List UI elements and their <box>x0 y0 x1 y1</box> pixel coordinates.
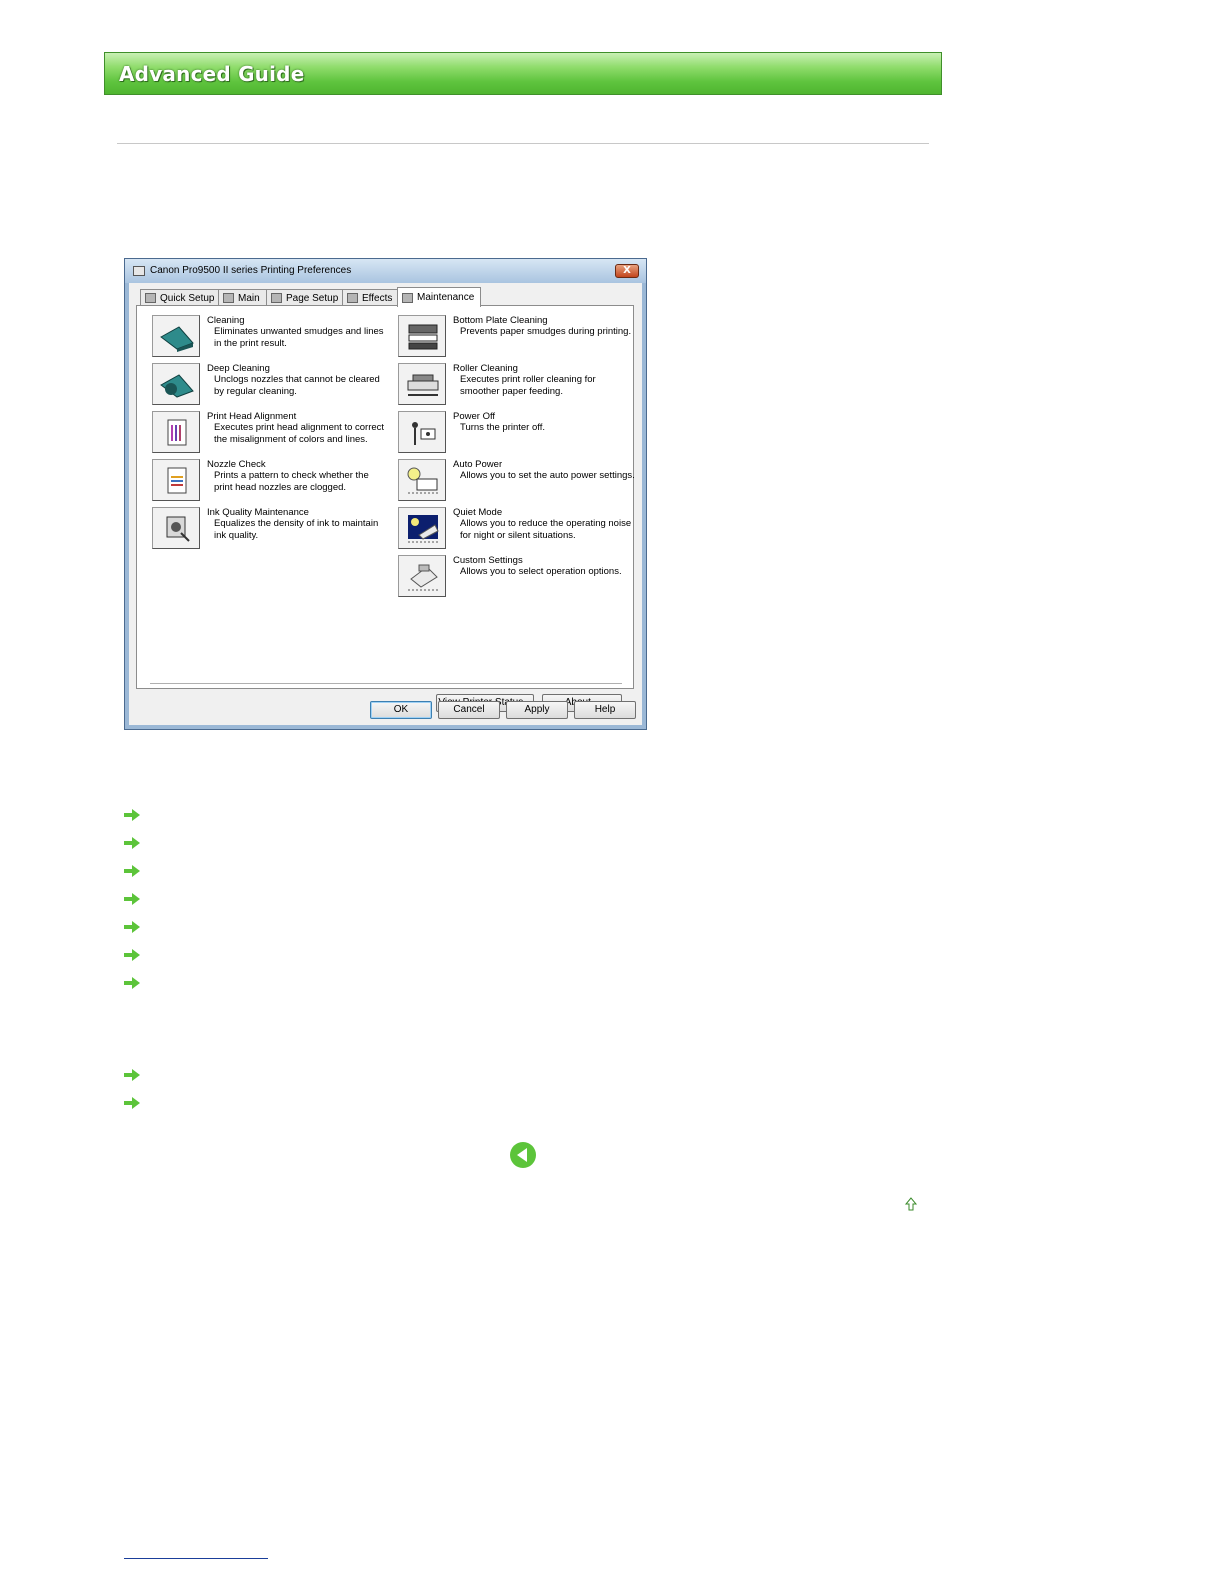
cleaning-title: Cleaning <box>207 315 245 326</box>
link-arrow-icon[interactable] <box>124 1069 140 1081</box>
cleaning-desc: Eliminates unwanted smudges and lines in… <box>214 326 384 349</box>
ink-quality-desc: Equalizes the density of ink to maintain… <box>214 518 379 541</box>
auto-power-desc: Allows you to set the auto power setting… <box>460 470 635 481</box>
roller-cleaning-desc: Executes print roller cleaning for smoot… <box>460 374 596 397</box>
print-head-alignment-desc: Executes print head alignment to correct… <box>214 422 385 445</box>
nozzle-check-title: Nozzle Check <box>207 459 266 470</box>
effects-icon <box>347 293 358 303</box>
header-banner: Advanced Guide <box>104 52 942 95</box>
quiet-mode-desc: Allows you to reduce the operating noise… <box>460 518 632 541</box>
quiet-mode-button[interactable] <box>398 507 446 549</box>
roller-cleaning-button[interactable] <box>398 363 446 405</box>
tab-quick-setup[interactable]: Quick Setup <box>140 289 219 306</box>
maintenance-icon <box>402 292 413 303</box>
page-top-icon[interactable] <box>903 1196 919 1212</box>
link-arrow-icon[interactable] <box>124 977 140 989</box>
bottom-plate-cleaning-button[interactable] <box>398 315 446 357</box>
tab-main[interactable]: Main <box>218 289 267 306</box>
quick-setup-icon <box>145 293 156 303</box>
ink-quality-icon <box>166 516 190 542</box>
link-arrow-icon[interactable] <box>124 837 140 849</box>
function-power-off: Power Off Turns the printer off. <box>398 411 628 455</box>
tab-label: Page Setup <box>286 292 339 304</box>
printer-icon <box>133 266 145 276</box>
dialog-title: Canon Pro9500 II series Printing Prefere… <box>150 265 352 276</box>
deep-cleaning-button[interactable] <box>152 363 200 405</box>
function-nozzle-check: Nozzle Check Prints a pattern to check w… <box>152 459 382 503</box>
apply-button[interactable]: Apply <box>506 701 568 719</box>
cleaning-button[interactable] <box>152 315 200 357</box>
tab-maintenance[interactable]: Maintenance <box>397 287 481 307</box>
ink-quality-title: Ink Quality Maintenance <box>207 507 309 518</box>
tab-label: Effects <box>362 292 393 304</box>
roller-cleaning-icon <box>407 374 439 396</box>
bottom-plate-title: Bottom Plate Cleaning <box>453 315 548 326</box>
link-arrow-icon[interactable] <box>124 949 140 961</box>
link-arrow-icon[interactable] <box>124 893 140 905</box>
auto-power-button[interactable] <box>398 459 446 501</box>
tab-effects[interactable]: Effects <box>342 289 398 306</box>
function-bottom-plate-cleaning: Bottom Plate Cleaning Prevents paper smu… <box>398 315 631 359</box>
tab-label: Quick Setup <box>160 292 215 304</box>
power-off-icon <box>412 422 436 445</box>
custom-settings-icon <box>408 564 438 591</box>
dialog-client: Quick Setup Main Page Setup Effects Main… <box>129 283 642 725</box>
deep-cleaning-desc: Unclogs nozzles that cannot be cleared b… <box>214 374 380 397</box>
panel-divider <box>150 683 622 684</box>
function-print-head-alignment: Print Head Alignment Executes print head… <box>152 411 384 455</box>
bottom-plate-desc: Prevents paper smudges during printing. <box>460 326 632 337</box>
dialog-titlebar: Canon Pro9500 II series Printing Prefere… <box>125 259 646 283</box>
page-setup-icon <box>271 293 282 303</box>
page-title: Advanced Guide <box>119 62 305 86</box>
print-head-alignment-icon <box>167 419 187 446</box>
custom-settings-button[interactable] <box>398 555 446 597</box>
function-auto-power: Auto Power Allows you to set the auto po… <box>398 459 635 503</box>
nozzle-check-desc: Prints a pattern to check whether the pr… <box>214 470 369 493</box>
roller-cleaning-title: Roller Cleaning <box>453 363 518 374</box>
quiet-mode-title: Quiet Mode <box>453 507 503 518</box>
link-arrow-icon[interactable] <box>124 865 140 877</box>
back-arrow-icon[interactable] <box>509 1141 537 1169</box>
footer-divider <box>124 1558 268 1559</box>
link-arrow-icon[interactable] <box>124 1097 140 1109</box>
ink-quality-button[interactable] <box>152 507 200 549</box>
quiet-mode-icon <box>408 515 439 543</box>
tab-label: Maintenance <box>417 292 475 303</box>
function-quiet-mode: Quiet Mode Allows you to reduce the oper… <box>398 507 631 551</box>
close-button[interactable]: X <box>615 264 639 278</box>
custom-settings-title: Custom Settings <box>453 555 523 566</box>
print-head-alignment-title: Print Head Alignment <box>207 411 297 422</box>
custom-settings-desc: Allows you to select operation options. <box>460 566 622 577</box>
deep-cleaning-title: Deep Cleaning <box>207 363 270 374</box>
nozzle-check-button[interactable] <box>152 459 200 501</box>
maintenance-panel: Cleaning Eliminates unwanted smudges and… <box>136 305 635 712</box>
auto-power-icon <box>407 467 438 494</box>
printing-preferences-dialog: Canon Pro9500 II series Printing Prefere… <box>124 258 647 730</box>
bottom-plate-icon <box>408 324 438 350</box>
ok-button[interactable]: OK <box>370 701 432 719</box>
function-deep-cleaning: Deep Cleaning Unclogs nozzles that canno… <box>152 363 382 407</box>
power-off-desc: Turns the printer off. <box>460 422 546 433</box>
function-roller-cleaning: Roller Cleaning Executes print roller cl… <box>398 363 628 407</box>
tab-label: Main <box>238 292 260 304</box>
function-custom-settings: Custom Settings Allows you to select ope… <box>398 555 628 599</box>
deep-cleaning-icon <box>160 374 194 398</box>
cleaning-icon <box>160 326 194 352</box>
nozzle-check-icon <box>167 467 187 494</box>
cancel-button[interactable]: Cancel <box>438 701 500 719</box>
power-off-button[interactable] <box>398 411 446 453</box>
auto-power-title: Auto Power <box>453 459 503 470</box>
print-head-alignment-button[interactable] <box>152 411 200 453</box>
help-button[interactable]: Help <box>574 701 636 719</box>
function-cleaning: Cleaning Eliminates unwanted smudges and… <box>152 315 384 359</box>
function-ink-quality: Ink Quality Maintenance Equalizes the de… <box>152 507 382 551</box>
power-off-title: Power Off <box>453 411 496 422</box>
divider <box>117 143 929 144</box>
main-icon <box>223 293 234 303</box>
tab-page-setup[interactable]: Page Setup <box>266 289 343 306</box>
link-arrow-icon[interactable] <box>124 809 140 821</box>
link-arrow-icon[interactable] <box>124 921 140 933</box>
